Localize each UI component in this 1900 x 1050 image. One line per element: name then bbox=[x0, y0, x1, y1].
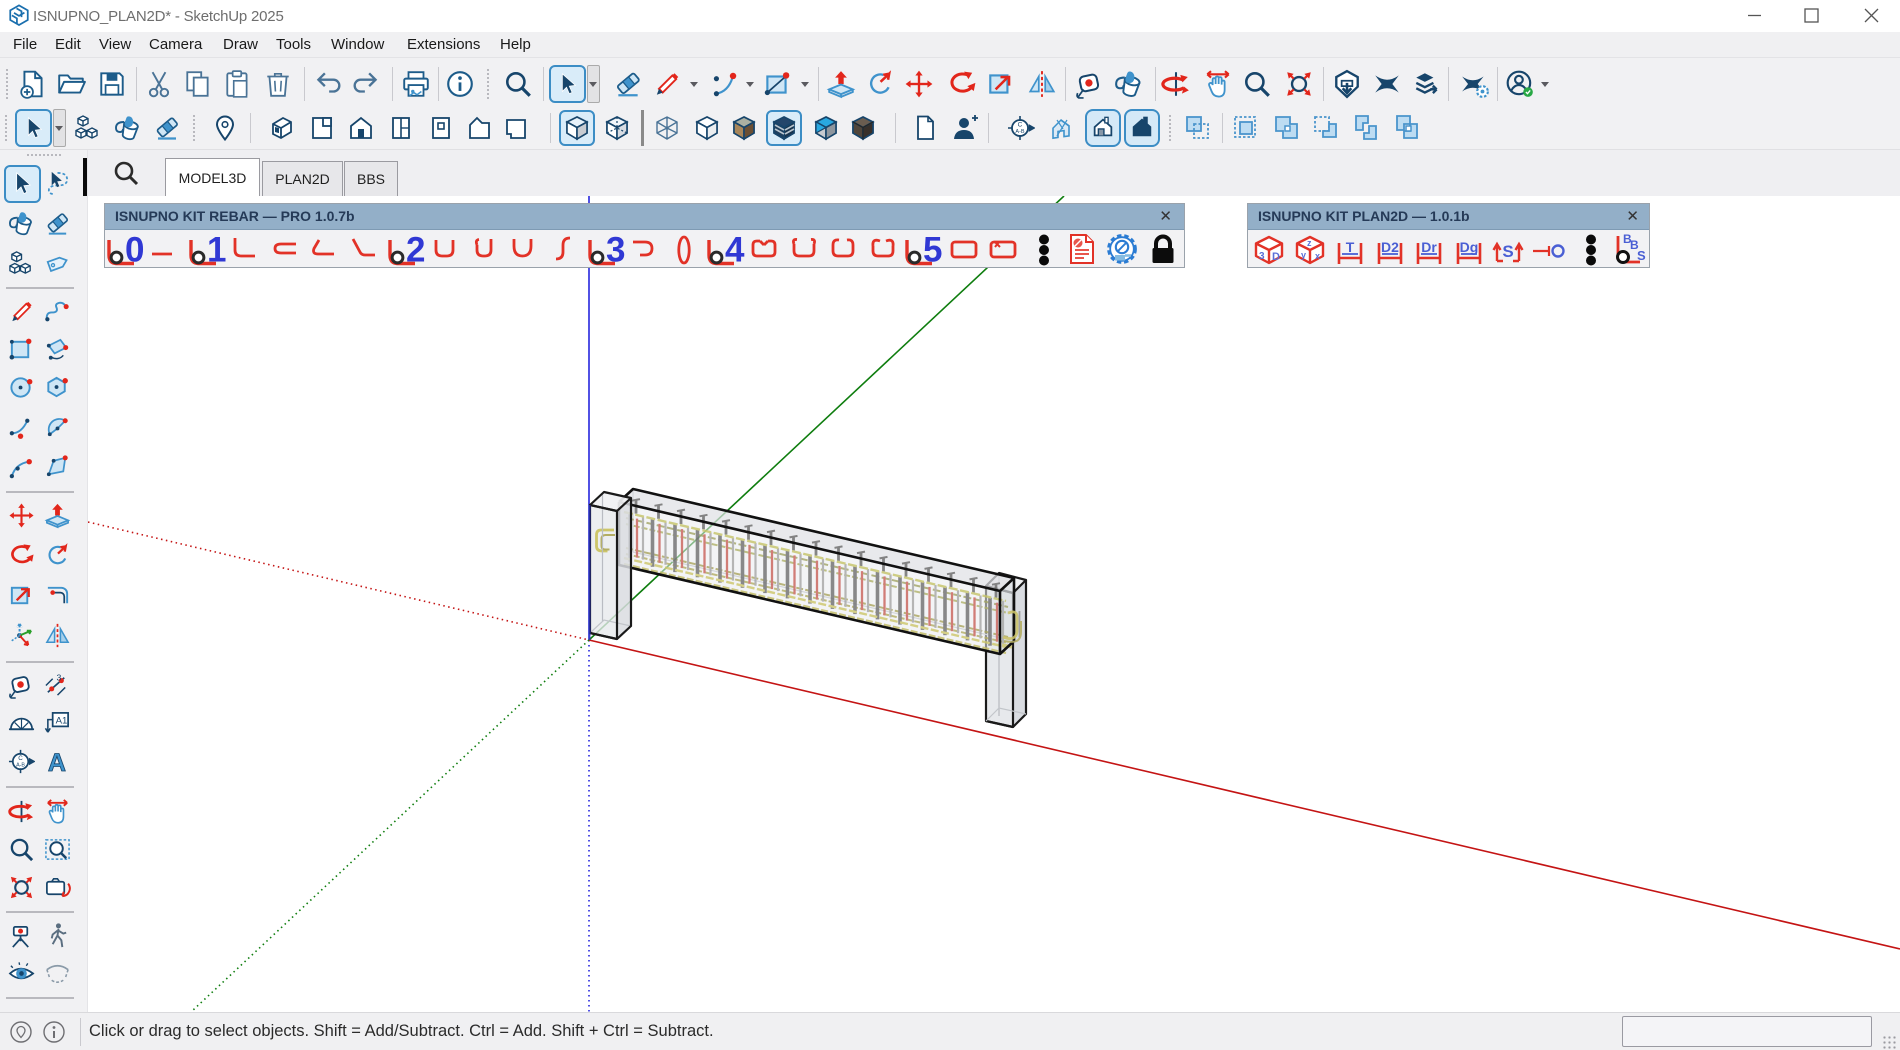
svg-text:D: D bbox=[1272, 251, 1280, 263]
svg-text:0: 0 bbox=[125, 231, 144, 270]
svg-text:2: 2 bbox=[406, 231, 425, 270]
svg-text:A-B: A-B bbox=[16, 762, 25, 768]
svg-text:Dr: Dr bbox=[1421, 239, 1437, 255]
svg-text:T: T bbox=[1346, 239, 1355, 255]
svg-text:C: C bbox=[1018, 122, 1023, 129]
svg-text:3: 3 bbox=[606, 231, 625, 270]
svg-text:y: y bbox=[1301, 250, 1306, 260]
svg-text:S: S bbox=[1502, 242, 1513, 261]
svg-text:x: x bbox=[1315, 251, 1320, 261]
svg-text:S: S bbox=[1637, 248, 1646, 263]
svg-text:A: A bbox=[48, 749, 66, 775]
svg-text:5: 5 bbox=[923, 231, 942, 270]
svg-text:3: 3 bbox=[57, 673, 62, 683]
svg-text:1: 1 bbox=[207, 231, 226, 270]
svg-text:3: 3 bbox=[1259, 251, 1265, 262]
svg-text:A-B: A-B bbox=[1015, 129, 1025, 135]
svg-text:D2: D2 bbox=[1381, 239, 1399, 255]
svg-text:A1: A1 bbox=[56, 716, 68, 727]
svg-text:z: z bbox=[1307, 238, 1312, 248]
svg-text:Dg: Dg bbox=[1460, 239, 1479, 255]
svg-text:4: 4 bbox=[725, 231, 745, 270]
svg-text:C: C bbox=[18, 755, 23, 762]
